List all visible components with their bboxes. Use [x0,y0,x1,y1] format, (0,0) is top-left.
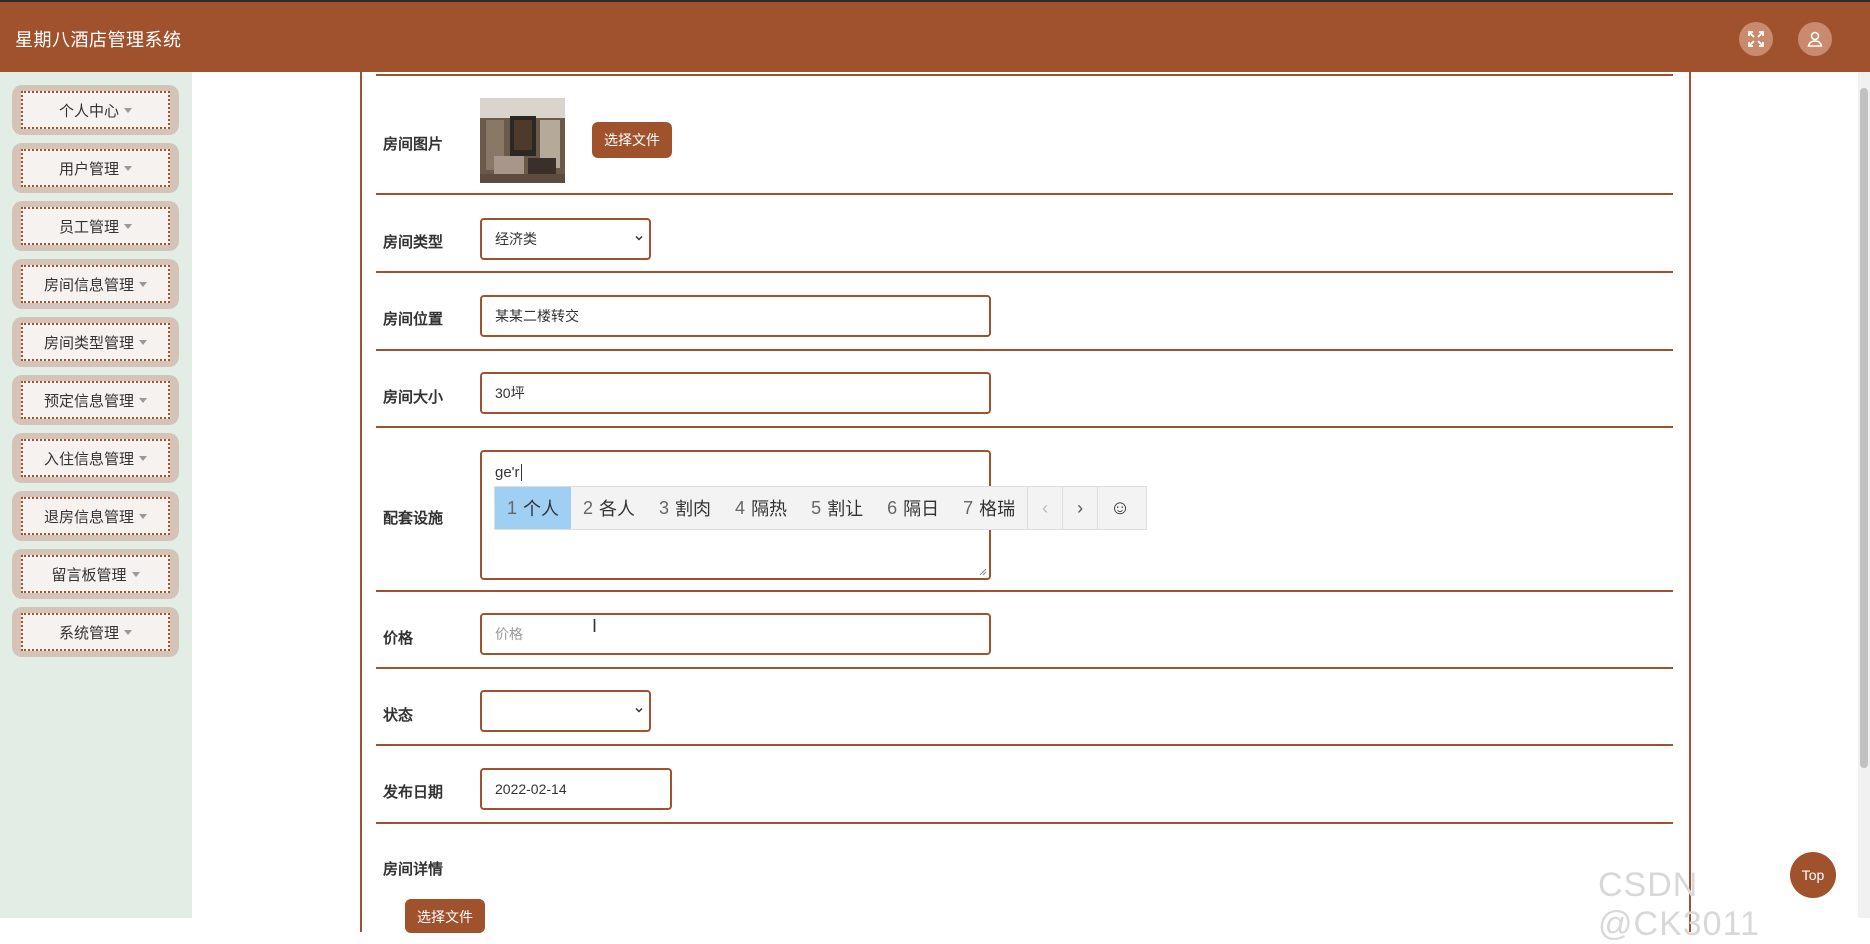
page-scrollbar[interactable] [1858,72,1870,918]
ime-candidate[interactable]: 4 隔热 [723,487,799,529]
divider [376,822,1673,824]
caret-down-icon [139,339,147,345]
ime-candidate-text: 个人 [523,499,560,519]
sidebar-item-label: 用户管理 [58,160,119,178]
publish-date-input[interactable]: 2022-02-14 [480,768,672,810]
fullscreen-icon[interactable] [1739,22,1773,56]
ime-candidate-number: 4 [735,497,746,518]
ime-candidate[interactable]: 1 个人 [495,487,572,529]
price-label: 价格 [383,630,414,647]
sidebar-item-room-info-management[interactable]: 房间信息管理 [12,259,179,309]
room-location-label: 房间位置 [383,311,444,328]
room-detail-label: 房间详情 [383,861,444,878]
room-detail-choose-file-button[interactable]: 选择文件 [405,899,485,933]
publish-date-label: 发布日期 [383,784,444,801]
chevron-down-icon [635,235,643,241]
facilities-value: ge'r [495,464,520,481]
ime-prev-page-icon[interactable]: ‹ [1027,487,1062,529]
divider [376,590,1673,592]
sidebar-item-label: 员工管理 [58,218,119,236]
ime-candidate-text: 隔热 [751,499,788,519]
mouse-text-cursor-icon: I [592,616,598,636]
caret-down-icon [139,281,147,287]
ime-candidate[interactable]: 3 割肉 [647,487,723,529]
status-label: 状态 [383,707,414,724]
ime-candidate-bar: 1 个人 2 各人 3 割肉 4 隔热 5 割让 6 隔日 7 格瑞 ‹ › ☺ [494,486,1147,530]
text-caret: ​ [520,464,522,481]
divider [376,349,1673,351]
scrollbar-thumb[interactable] [1860,88,1868,768]
sidebar-item-label: 房间信息管理 [43,276,134,294]
caret-down-icon [124,165,132,171]
ime-candidate[interactable]: 6 隔日 [875,487,951,529]
ime-candidate-text: 割肉 [675,499,712,519]
room-image-thumbnail [480,98,565,183]
facilities-label: 配套设施 [383,510,444,527]
sidebar-item-staff-management[interactable]: 员工管理 [12,201,179,251]
ime-candidate-text: 各人 [599,499,636,519]
ime-next-page-icon[interactable]: › [1062,487,1097,529]
divider [376,193,1673,195]
price-input[interactable]: 价格 [480,613,991,655]
caret-down-icon [124,223,132,229]
divider [376,667,1673,669]
header-bar: 星期八酒店管理系统 [0,0,1870,72]
room-size-input[interactable]: 30坪 [480,372,991,414]
ime-candidate[interactable]: 7 格瑞 [951,487,1027,529]
status-select[interactable] [480,690,651,732]
app-title: 星期八酒店管理系统 [15,30,182,50]
sidebar-item-reservation-management[interactable]: 预定信息管理 [12,375,179,425]
sidebar-item-label: 个人中心 [58,102,119,120]
sidebar-item-system-management[interactable]: 系统管理 [12,607,179,657]
sidebar-item-label: 留言板管理 [51,566,127,584]
ime-candidate-text: 割让 [827,499,864,519]
sidebar-item-message-board-management[interactable]: 留言板管理 [12,549,179,599]
divider [376,271,1673,273]
sidebar-item-user-management[interactable]: 用户管理 [12,143,179,193]
room-image-choose-file-button[interactable]: 选择文件 [592,122,672,158]
room-type-label: 房间类型 [383,234,444,251]
caret-down-icon [124,107,132,113]
ime-candidate-number: 3 [659,497,670,518]
caret-down-icon [139,455,147,461]
price-placeholder: 价格 [495,626,523,642]
sidebar-item-label: 系统管理 [58,624,119,642]
sidebar-item-label: 入住信息管理 [43,450,134,468]
sidebar-item-room-type-management[interactable]: 房间类型管理 [12,317,179,367]
sidebar-item-label: 预定信息管理 [43,392,134,410]
sidebar-item-label: 房间类型管理 [43,334,134,352]
caret-down-icon [139,513,147,519]
divider [376,426,1673,428]
room-image-label: 房间图片 [383,136,444,153]
room-size-label: 房间大小 [383,389,444,406]
emoji-icon[interactable]: ☺ [1097,487,1142,529]
sidebar-item-checkin-management[interactable]: 入住信息管理 [12,433,179,483]
room-type-select[interactable]: 经济类 [480,218,651,260]
ime-candidate-number: 2 [583,497,594,518]
ime-candidate-number: 1 [507,497,518,518]
sidebar-item-label: 退房信息管理 [43,508,134,526]
watermark: CSDN @CK3011 [1598,866,1760,943]
divider [376,744,1673,746]
resize-grip-icon[interactable] [977,566,987,576]
sidebar: 个人中心 用户管理 员工管理 房间信息管理 房间类型管理 预定信息管理 入住信息… [0,72,192,918]
chevron-down-icon [635,707,643,713]
ime-candidate[interactable]: 5 割让 [799,487,875,529]
ime-candidate-text: 格瑞 [979,499,1016,519]
user-icon[interactable] [1798,22,1832,56]
ime-candidate[interactable]: 2 各人 [571,487,647,529]
caret-down-icon [124,629,132,635]
room-location-input[interactable]: 某某二楼转交 [480,295,991,337]
divider [376,74,1673,76]
ime-candidate-number: 7 [963,497,974,518]
ime-candidate-text: 隔日 [903,499,940,519]
caret-down-icon [139,397,147,403]
caret-down-icon [131,571,140,577]
sidebar-item-personal-center[interactable]: 个人中心 [12,85,179,135]
sidebar-item-checkout-management[interactable]: 退房信息管理 [12,491,179,541]
ime-candidate-number: 5 [811,497,822,518]
room-type-value: 经济类 [495,231,537,247]
ime-candidate-number: 6 [887,497,898,518]
